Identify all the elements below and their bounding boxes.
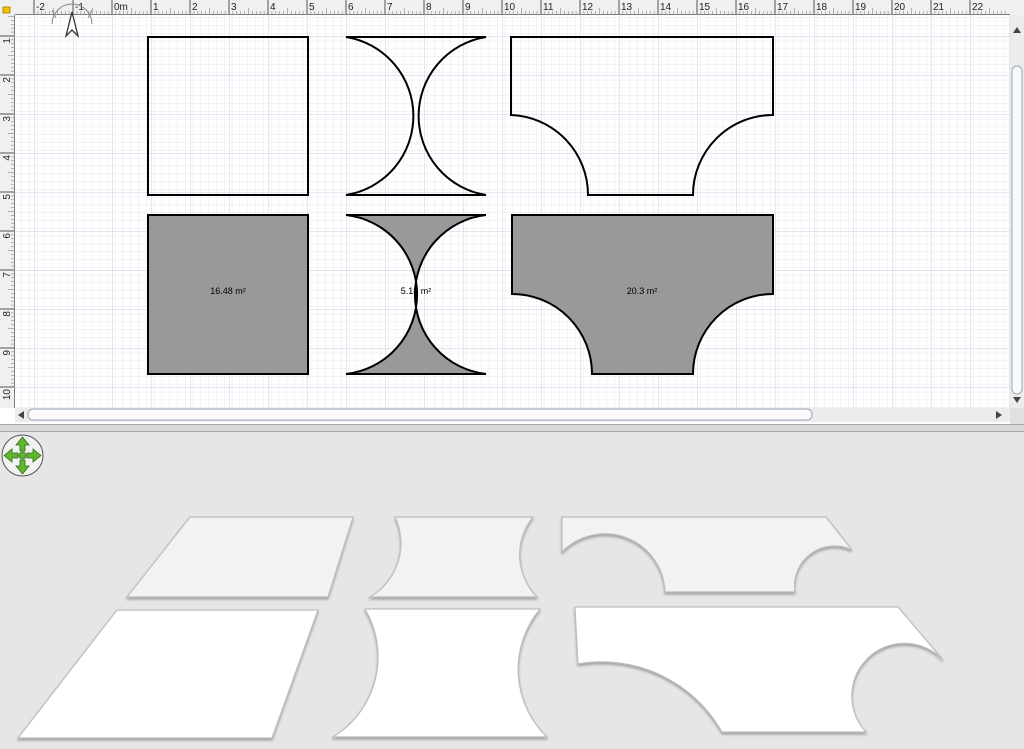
- pane-splitter[interactable]: [0, 424, 1024, 436]
- ruler-x-label: 7: [387, 2, 393, 13]
- floor-5[interactable]: [330, 608, 549, 738]
- floor-2[interactable]: [367, 516, 539, 598]
- ruler-x-label: 2: [192, 2, 198, 13]
- ruler-y-label: 5: [2, 194, 13, 200]
- vertical-scroll-thumb[interactable]: [1011, 65, 1023, 395]
- ruler-x-label: 16: [738, 2, 750, 13]
- ruler-x-label: 13: [621, 2, 633, 13]
- ruler-y-label: 6: [2, 233, 13, 239]
- ruler-x-label: 15: [699, 2, 711, 13]
- floors-layer: [16, 516, 944, 739]
- ruler-x-label: 8: [426, 2, 432, 13]
- floor-1[interactable]: [125, 516, 354, 598]
- plan-canvas[interactable]: 16.48 m² 5.18 m² 20.3 m² -2 -1 0m 1 2 3 4 5 6 7 8 9 10…: [0, 0, 1024, 424]
- ruler-y-label: 7: [2, 272, 13, 278]
- plan-view[interactable]: 16.48 m² 5.18 m² 20.3 m² -2 -1 0m 1 2 3 4 5 6 7 8 9 10…: [0, 0, 1024, 424]
- room-4[interactable]: 16.48 m²: [147, 214, 309, 375]
- ruler-x-label: 14: [660, 2, 672, 13]
- ruler-x-label: 11: [543, 2, 554, 13]
- ruler-y-label: 10: [2, 389, 13, 401]
- navigation-control[interactable]: [1, 434, 44, 477]
- ruler-corner-icon[interactable]: [2, 6, 11, 14]
- ruler-y-label: 9: [2, 350, 13, 356]
- ruler-x-label: 10: [504, 2, 516, 13]
- ruler-x-label: 22: [972, 2, 984, 13]
- ruler-x-label: 21: [933, 2, 945, 13]
- ruler-x-label: 1: [153, 2, 159, 13]
- ruler-x-label: 5: [309, 2, 315, 13]
- horizontal-scroll-thumb[interactable]: [27, 408, 813, 421]
- ruler-y-label: 3: [2, 116, 13, 122]
- floor-6[interactable]: [574, 606, 944, 733]
- floor-3[interactable]: [561, 516, 853, 593]
- floor-4[interactable]: [16, 609, 319, 739]
- 3d-canvas[interactable]: [0, 432, 1024, 749]
- ruler-x-label: 19: [855, 2, 867, 13]
- ruler-x-label: 17: [777, 2, 789, 13]
- ruler-x-label: 6: [348, 2, 354, 13]
- ruler-x-label: 20: [894, 2, 906, 13]
- ruler-x-label: 0m: [114, 2, 128, 13]
- navigation-arrows-icon[interactable]: [1, 434, 44, 477]
- ruler-x-label: 12: [582, 2, 594, 13]
- ruler-x-label: -2: [36, 2, 45, 13]
- ruler-y-label: 8: [2, 311, 13, 317]
- ruler-x-label: 3: [231, 2, 237, 13]
- ruler-x-label: 9: [465, 2, 471, 13]
- ruler-x-label: 4: [270, 2, 276, 13]
- ruler-y-label: 1: [2, 38, 13, 44]
- ruler-x-label: 18: [816, 2, 828, 13]
- ruler-y-label: 4: [2, 155, 13, 161]
- ruler-y-label: 2: [2, 77, 13, 83]
- room-area-label: 20.3 m²: [627, 286, 658, 296]
- 3d-view[interactable]: [0, 432, 1024, 749]
- room-area-label: 5.18 m²: [401, 286, 432, 296]
- room-area-label: 16.48 m²: [210, 286, 246, 296]
